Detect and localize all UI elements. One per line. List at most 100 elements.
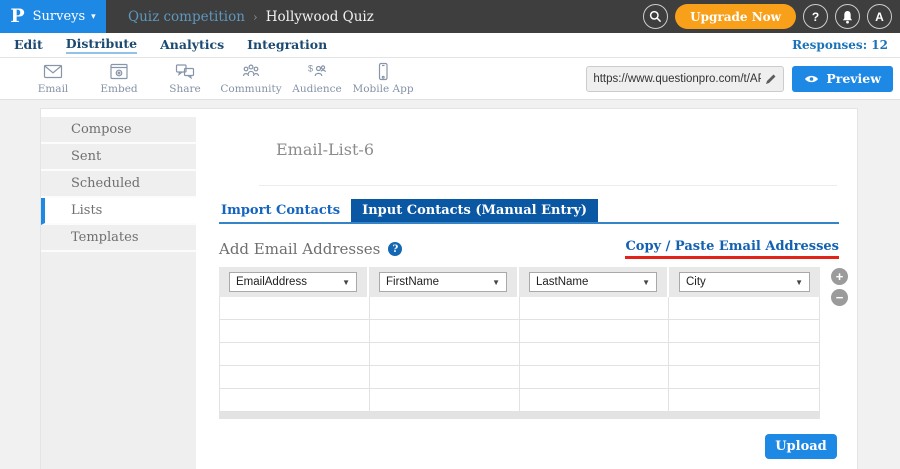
chevron-down-icon: ▼ <box>795 278 803 287</box>
contact-input-cell[interactable] <box>669 343 819 365</box>
channel-email[interactable]: Email <box>20 62 86 95</box>
email-lists-card: Compose Sent Scheduled Lists Templates E… <box>40 108 858 469</box>
contact-input-cell[interactable] <box>669 366 819 388</box>
remove-row-button[interactable]: − <box>831 289 848 306</box>
preview-label: Preview <box>826 71 881 86</box>
page-title: Email-List-6 <box>276 140 839 159</box>
upgrade-now-button[interactable]: Upgrade Now <box>675 4 796 29</box>
sidebar-item-sent[interactable]: Sent <box>41 144 196 171</box>
chevron-down-icon: ▼ <box>342 278 350 287</box>
column-header-cell: FirstName ▼ <box>369 267 519 297</box>
contact-input-cell[interactable] <box>370 343 520 365</box>
product-menu-label: Surveys <box>33 9 86 24</box>
edit-url-button[interactable] <box>761 73 777 85</box>
column-select-firstname[interactable]: FirstName ▼ <box>379 272 507 292</box>
table-row <box>220 320 819 343</box>
contact-input-cell[interactable] <box>520 343 670 365</box>
sidebar-item-lists[interactable]: Lists <box>41 198 196 225</box>
survey-link-area: https://www.questionpro.com/t/APNrfZ Pre… <box>586 66 900 92</box>
channel-embed[interactable]: Embed <box>86 62 152 95</box>
list-detail-panel: Email-List-6 Import Contacts Input Conta… <box>196 109 857 469</box>
add-row-button[interactable]: + <box>831 268 848 285</box>
channel-label: Email <box>38 83 69 95</box>
channel-community[interactable]: Community <box>218 62 284 95</box>
contact-input-cell[interactable] <box>520 297 670 319</box>
contact-input-cell[interactable] <box>669 297 819 319</box>
horizontal-scrollbar[interactable] <box>219 412 820 419</box>
survey-url-value[interactable]: https://www.questionpro.com/t/APNrfZ <box>593 73 761 85</box>
nav-item-distribute[interactable]: Distribute <box>66 36 137 54</box>
topbar-actions: Upgrade Now ? A <box>643 4 900 29</box>
account-avatar[interactable]: A <box>867 4 892 29</box>
help-button[interactable]: ? <box>803 4 828 29</box>
questionpro-logo-icon: P <box>10 7 24 26</box>
contacts-grid: EmailAddress ▼ FirstName ▼ <box>219 267 820 419</box>
column-select-emailaddress[interactable]: EmailAddress ▼ <box>229 272 357 292</box>
breadcrumb: Quiz competition › Hollywood Quiz <box>128 9 374 25</box>
column-select-lastname[interactable]: LastName ▼ <box>529 272 657 292</box>
sidebar-item-templates[interactable]: Templates <box>41 225 196 252</box>
column-select-city[interactable]: City ▼ <box>679 272 810 292</box>
contact-input-cell[interactable] <box>370 297 520 319</box>
channel-label: Audience <box>292 83 342 95</box>
nav-item-edit[interactable]: Edit <box>14 37 43 53</box>
sidebar-item-compose[interactable]: Compose <box>41 117 196 144</box>
contact-input-cell[interactable] <box>669 320 819 342</box>
survey-nav: Edit Distribute Analytics Integration Re… <box>0 33 900 58</box>
breadcrumb-separator-icon: › <box>253 10 258 24</box>
contact-input-cell[interactable] <box>520 366 670 388</box>
pencil-icon <box>765 73 777 85</box>
survey-url-box: https://www.questionpro.com/t/APNrfZ <box>586 66 784 92</box>
nav-item-integration[interactable]: Integration <box>247 37 327 53</box>
contact-input-cell[interactable] <box>370 389 520 411</box>
svg-text:$: $ <box>308 64 313 74</box>
tab-input-contacts-manual[interactable]: Input Contacts (Manual Entry) <box>351 199 598 222</box>
dollar-people-icon: $ <box>307 62 327 81</box>
contact-input-cell[interactable] <box>220 297 370 319</box>
contact-input-cell[interactable] <box>520 389 670 411</box>
table-row <box>220 297 819 320</box>
contacts-table-area: EmailAddress ▼ FirstName ▼ <box>219 267 839 419</box>
contact-input-cell[interactable] <box>370 320 520 342</box>
product-switcher[interactable]: P Surveys ▾ <box>0 0 106 33</box>
chevron-down-icon: ▼ <box>642 278 650 287</box>
contact-input-cell[interactable] <box>220 366 370 388</box>
chevron-down-icon: ▼ <box>492 278 500 287</box>
copy-paste-emails-link[interactable]: Copy / Paste Email Addresses <box>625 239 839 259</box>
channel-label: Embed <box>100 83 137 95</box>
contact-input-cell[interactable] <box>220 343 370 365</box>
sidebar-item-label: Compose <box>71 122 132 137</box>
row-controls: + − <box>831 268 848 419</box>
channel-buttons: Email Embed Share <box>20 62 416 95</box>
help-tooltip-icon[interactable]: ? <box>388 242 402 256</box>
contact-input-cell[interactable] <box>220 389 370 411</box>
embed-window-icon <box>109 62 129 81</box>
contacts-grid-body <box>219 297 820 412</box>
title-divider <box>259 185 837 186</box>
selected-column-value: City <box>686 276 706 288</box>
sidebar-item-label: Scheduled <box>71 176 140 191</box>
sidebar-item-label: Lists <box>71 203 102 218</box>
upload-row: Upload <box>219 434 839 459</box>
top-app-bar: P Surveys ▾ Quiz competition › Hollywood… <box>0 0 900 33</box>
channel-mobile-app[interactable]: Mobile App <box>350 62 416 95</box>
search-button[interactable] <box>643 4 668 29</box>
contact-input-cell[interactable] <box>520 320 670 342</box>
tab-import-contacts[interactable]: Import Contacts <box>219 199 342 222</box>
upload-button[interactable]: Upload <box>765 434 837 459</box>
notifications-button[interactable] <box>835 4 860 29</box>
avatar-letter: A <box>875 10 884 24</box>
table-row <box>220 366 819 389</box>
column-header-cell: EmailAddress ▼ <box>219 267 369 297</box>
nav-item-analytics[interactable]: Analytics <box>160 37 224 53</box>
channel-audience[interactable]: $ Audience <box>284 62 350 95</box>
preview-button[interactable]: Preview <box>792 66 893 92</box>
channel-share[interactable]: Share <box>152 62 218 95</box>
contact-input-cell[interactable] <box>669 389 819 411</box>
breadcrumb-folder[interactable]: Quiz competition <box>128 9 245 25</box>
sidebar-item-scheduled[interactable]: Scheduled <box>41 171 196 198</box>
responses-count[interactable]: Responses: 12 <box>792 38 888 52</box>
question-mark-icon: ? <box>812 10 819 24</box>
contact-input-cell[interactable] <box>370 366 520 388</box>
contact-input-cell[interactable] <box>220 320 370 342</box>
